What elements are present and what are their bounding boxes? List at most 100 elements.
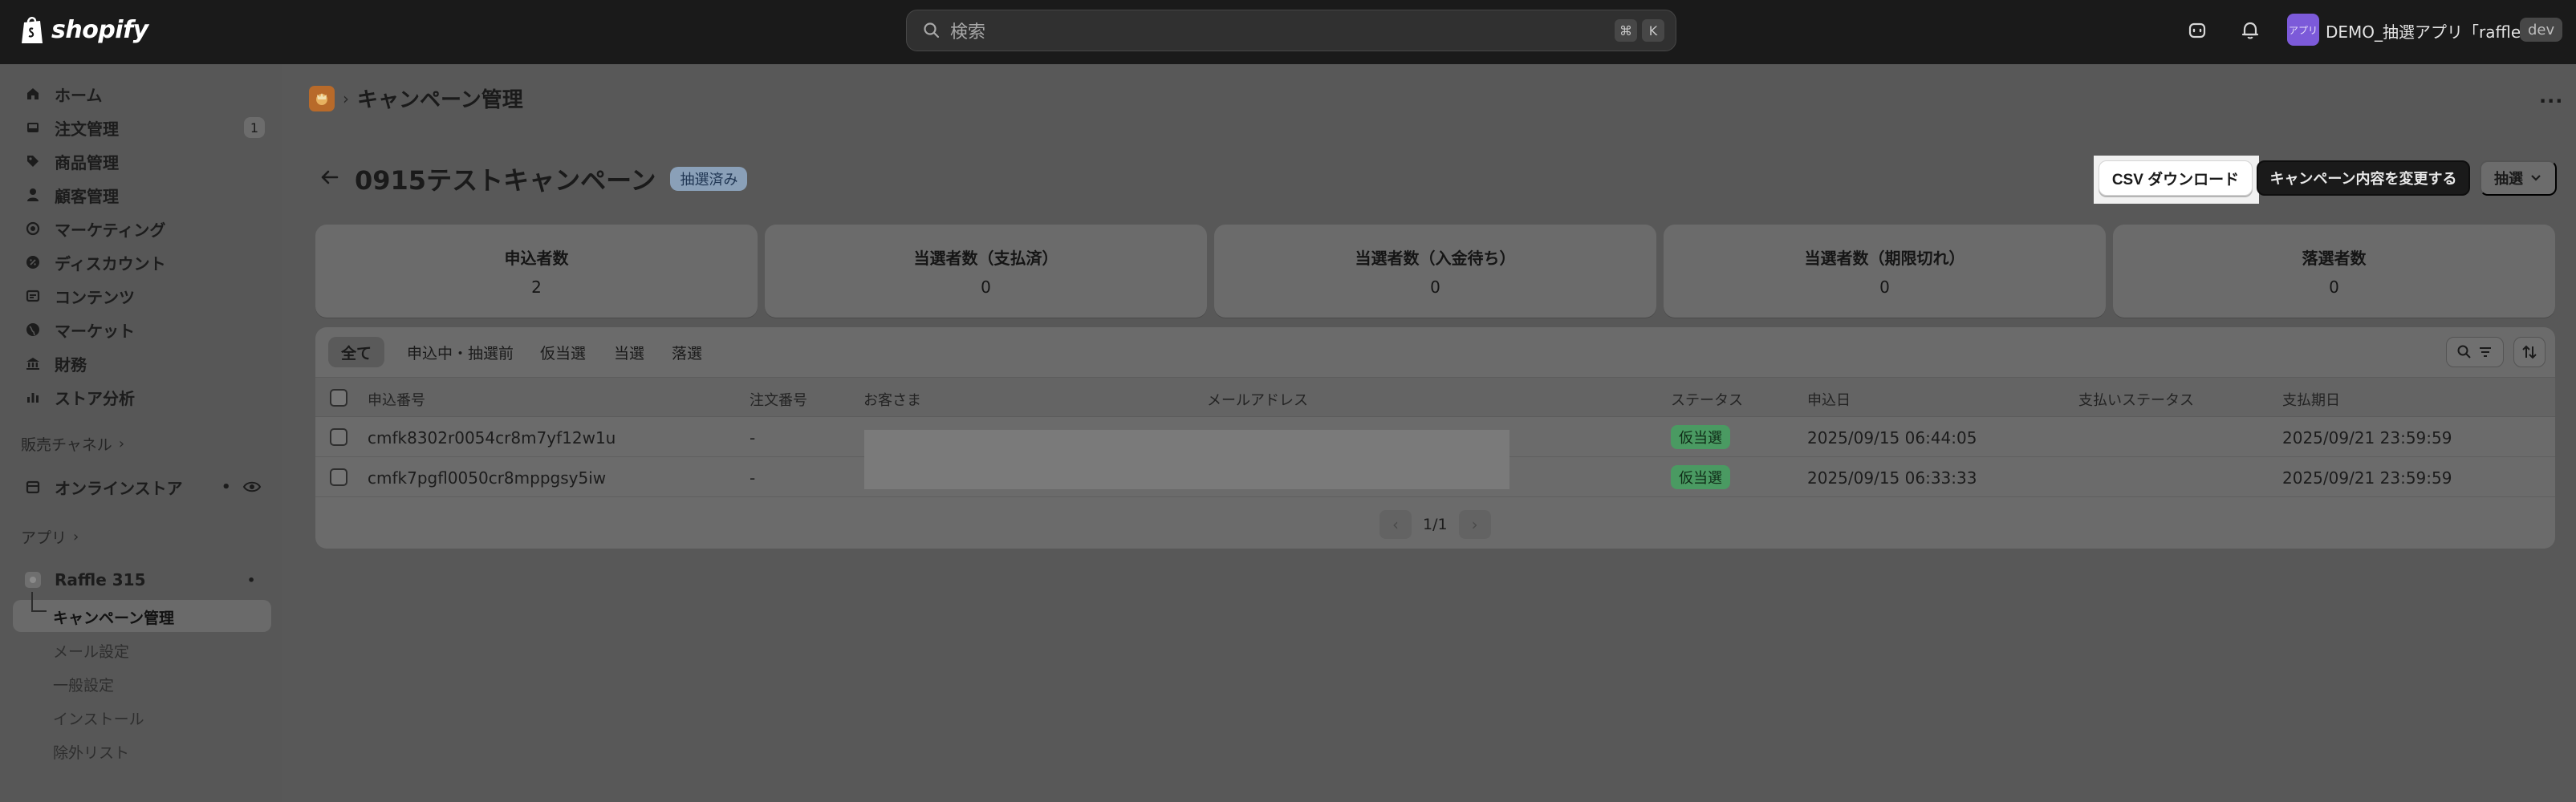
edit-campaign-button[interactable]: キャンペーン内容を変更する (2257, 160, 2470, 196)
sidebar-item-markets[interactable]: マーケット (13, 314, 271, 345)
sidebar-subitem-campaigns[interactable]: キャンペーン管理 (53, 606, 174, 628)
sidebar-item-raffle-app[interactable]: Raffle 315 • (13, 565, 271, 595)
sidebar-item-discounts[interactable]: ディスカウント (13, 247, 271, 277)
filter-icon (2480, 347, 2491, 357)
sidebar-subitem-exclusion-list[interactable]: 除外リスト (53, 741, 129, 763)
sidebar-item-label: 商品管理 (55, 152, 119, 172)
column-header[interactable]: お客さま (863, 389, 921, 410)
sales-channel-section[interactable]: 販売チャネル › (21, 433, 124, 455)
page-title: キャンペーン管理 (357, 88, 523, 112)
eye-icon[interactable] (242, 478, 262, 500)
stat-card-winners-pending: 当選者数（入金待ち） 0 (1214, 225, 1656, 318)
more-options-icon[interactable]: ··· (2539, 90, 2563, 112)
chart-icon (24, 388, 42, 406)
tab-lost[interactable]: 落選 (659, 337, 715, 367)
back-arrow-icon[interactable] (319, 168, 340, 189)
select-all-checkbox[interactable] (330, 389, 347, 407)
sidebar-item-marketing[interactable]: マーケティング (13, 213, 271, 244)
chevron-right-icon: › (73, 529, 79, 545)
stat-value: 2 (531, 277, 542, 297)
sidekick-icon[interactable] (2184, 18, 2210, 43)
column-header[interactable]: 注文番号 (750, 389, 807, 410)
column-header[interactable]: 支払期日 (2282, 389, 2340, 410)
store-icon (24, 478, 42, 496)
sidebar-item-label: ホーム (55, 85, 103, 105)
tag-icon (24, 152, 42, 170)
stat-label: 落選者数 (2302, 249, 2367, 268)
applied-date: 2025/09/15 06:44:05 (1807, 428, 1977, 448)
search-icon (924, 22, 940, 38)
tab-applying[interactable]: 申込中・抽選前 (394, 337, 526, 367)
column-header[interactable]: 申込番号 (368, 389, 425, 410)
content-icon (24, 287, 42, 305)
sidebar-item-products[interactable]: 商品管理 (13, 146, 271, 176)
application-id: cmfk8302r0054cr8m7yf12w1u (368, 428, 616, 448)
orders-count-badge: 1 (244, 117, 265, 138)
applications-table-card: 全て 申込中・抽選前 仮当選 当選 落選 申込番号 注文番号 お客さま メールア… (315, 327, 2555, 549)
search-shortcut: ⌘ K (1615, 19, 1664, 42)
sidebar-item-online-store[interactable]: オンラインストア • (13, 472, 271, 502)
page-header: › キャンペーン管理 (309, 83, 523, 113)
sort-icon (2522, 345, 2537, 359)
stat-card-winners-expired: 当選者数（期限切れ） 0 (1664, 225, 2106, 318)
payment-due-date: 2025/09/21 23:59:59 (2282, 428, 2452, 448)
column-header[interactable]: 申込日 (1807, 389, 1851, 410)
cmd-key: ⌘ (1615, 19, 1637, 42)
next-page-button[interactable]: › (1458, 510, 1491, 539)
sidebar-subitem-general-settings[interactable]: 一般設定 (53, 674, 114, 695)
campaign-title-row: 0915テストキャンペーン 抽選済み (319, 160, 748, 197)
sidebar-item-label: オンラインストア (55, 478, 183, 498)
column-header[interactable]: 支払いステータス (2078, 389, 2194, 410)
shopify-bag-icon (22, 17, 43, 43)
shopify-logo[interactable]: shopify (19, 14, 148, 45)
status-badge: 仮当選 (1671, 465, 1730, 489)
chevron-right-icon: › (118, 435, 125, 452)
store-avatar[interactable]: アプリ (2287, 14, 2319, 46)
stat-value: 0 (1879, 277, 1890, 297)
sidebar-subitem-install[interactable]: インストール (53, 707, 144, 729)
column-header[interactable]: メールアドレス (1207, 389, 1308, 410)
bank-icon (24, 354, 42, 372)
tab-won[interactable]: 当選 (601, 337, 657, 367)
sidebar-item-content[interactable]: コンテンツ (13, 281, 271, 311)
search-filter-button[interactable] (2446, 337, 2504, 367)
csv-download-button[interactable]: CSV ダウンロード (2099, 160, 2253, 196)
app-logo-icon (309, 85, 335, 111)
sidebar-item-orders[interactable]: 注文管理 1 (13, 112, 271, 143)
sidebar-item-home[interactable]: ホーム (13, 79, 271, 109)
sales-channel-label: 販売チャネル (21, 436, 112, 454)
sidebar-item-customers[interactable]: 顧客管理 (13, 180, 271, 210)
dot-separator: • (221, 478, 231, 496)
sidebar-item-finance[interactable]: 財務 (13, 348, 271, 379)
sort-button[interactable] (2513, 337, 2546, 367)
prev-page-button[interactable]: ‹ (1379, 510, 1412, 539)
stat-value: 0 (2329, 277, 2339, 297)
sidebar-item-label: マーケット (55, 321, 135, 341)
campaign-title: 0915テストキャンペーン (355, 165, 656, 196)
bell-icon[interactable] (2237, 18, 2263, 43)
chevron-right-icon: › (343, 88, 349, 108)
tab-provisional[interactable]: 仮当選 (527, 337, 599, 367)
k-key: K (1642, 19, 1664, 42)
search-input[interactable]: 検索 ⌘ K (906, 10, 1676, 51)
sidebar-subitem-mail-settings[interactable]: メール設定 (53, 640, 129, 662)
row-checkbox[interactable] (330, 468, 347, 486)
lottery-dropdown-button[interactable]: 抽選 (2480, 160, 2557, 196)
sidebar-item-label: マーケティング (55, 220, 166, 240)
sidebar-item-label: 注文管理 (55, 119, 119, 139)
stat-label: 当選者数（入金待ち） (1355, 249, 1516, 268)
tab-all[interactable]: 全て (328, 337, 385, 367)
pagination: ‹ 1/1 › (1379, 510, 1491, 539)
sidebar-item-label: Raffle 315 (55, 570, 146, 589)
status-badge: 仮当選 (1671, 425, 1730, 449)
column-header[interactable]: ステータス (1671, 389, 1743, 410)
stat-card-winners-paid: 当選者数（支払済） 0 (765, 225, 1207, 318)
stat-value: 0 (981, 277, 991, 297)
application-id: cmfk7pgfl0050cr8mppgsy5iw (368, 468, 607, 488)
lottery-label: 抽選 (2494, 171, 2523, 187)
apps-section[interactable]: アプリ › (21, 526, 79, 548)
stat-value: 0 (1430, 277, 1440, 297)
row-checkbox[interactable] (330, 428, 347, 446)
sidebar-item-analytics[interactable]: ストア分析 (13, 382, 271, 412)
store-name[interactable]: DEMO_抽選アプリ「raffle... (2326, 19, 2536, 43)
